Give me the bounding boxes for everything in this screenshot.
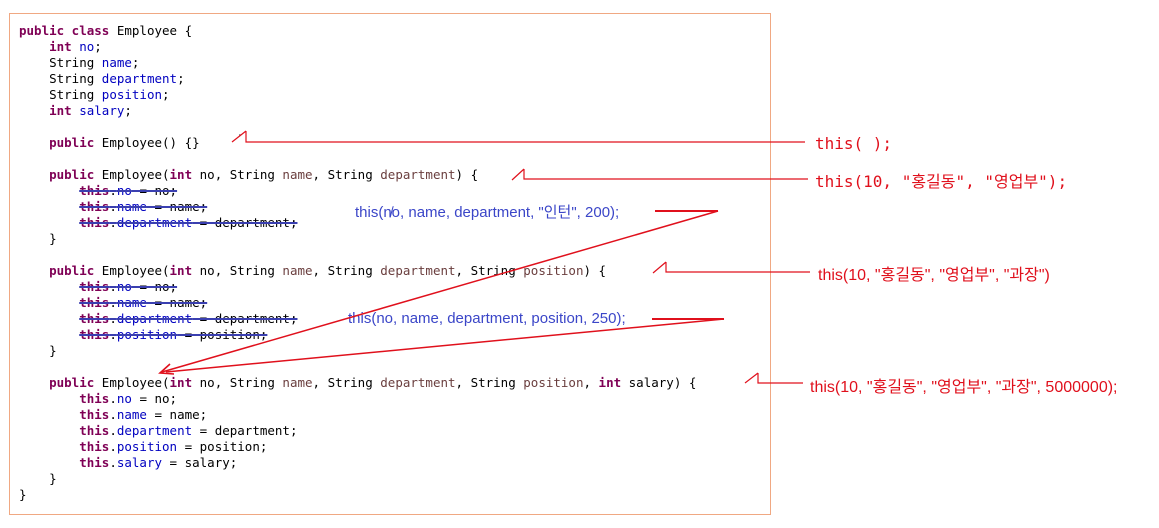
code-line-field-position: String position; xyxy=(49,87,170,102)
code-line-class-close: } xyxy=(19,487,27,502)
inline-note-ctor2: this(n̸o, name, department, "인턴", 200); xyxy=(355,204,620,221)
code-line-field-name: String name; xyxy=(49,55,140,70)
code-line-ctor4-salary: this.salary = salary; xyxy=(79,455,238,470)
code-line-ctor3-no: this.no = no; xyxy=(79,279,178,294)
code-line-ctor-default: public Employee() {} xyxy=(49,135,200,150)
code-line-ctor4-name: this.name = name; xyxy=(79,407,208,422)
code-line-class: public class Employee { xyxy=(19,23,193,38)
stage: public class Employee { int no; String n… xyxy=(0,0,1159,528)
code-line-ctor2-name: this.name = name; xyxy=(79,199,208,214)
code-line-ctor4-department: this.department = department; xyxy=(79,423,298,438)
code-line-ctor3-department: this.department = department; xyxy=(79,311,298,326)
code-line-ctor-5args: public Employee(int no, String name, Str… xyxy=(49,375,697,390)
inline-note-ctor3: this(no, name, department, position, 250… xyxy=(348,310,626,327)
code-line-ctor2-department: this.department = department; xyxy=(79,215,298,230)
code-line-ctor3-close: } xyxy=(49,343,57,358)
code-line-field-no: int no; xyxy=(49,39,102,54)
code-line-ctor3-position: this.position = position; xyxy=(79,327,268,342)
code-line-ctor-4args: public Employee(int no, String name, Str… xyxy=(49,263,607,278)
annotation-this-default: this( ); xyxy=(815,134,893,153)
code-line-ctor4-position: this.position = position; xyxy=(79,439,268,454)
code-line-ctor3-name: this.name = name; xyxy=(79,295,208,310)
code-line-ctor2-close: } xyxy=(49,231,57,246)
code-line-ctor-3args: public Employee(int no, String name, Str… xyxy=(49,167,479,182)
code-line-ctor2-no: this.no = no; xyxy=(79,183,178,198)
code-line-ctor4-no: this.no = no; xyxy=(79,391,178,406)
stray-dot: . xyxy=(236,124,244,139)
annotation-this-3args: this(10, "홍길동", "영업부"); xyxy=(815,172,1068,191)
code-line-field-department: String department; xyxy=(49,71,185,86)
code-line-field-salary: int salary; xyxy=(49,103,132,118)
code-line-ctor4-close: } xyxy=(49,471,57,486)
annotation-this-4args: this(10, "홍길동", "영업부", "과장") xyxy=(818,267,1050,284)
annotation-this-5args: this(10, "홍길동", "영업부", "과장", 5000000); xyxy=(810,379,1118,396)
